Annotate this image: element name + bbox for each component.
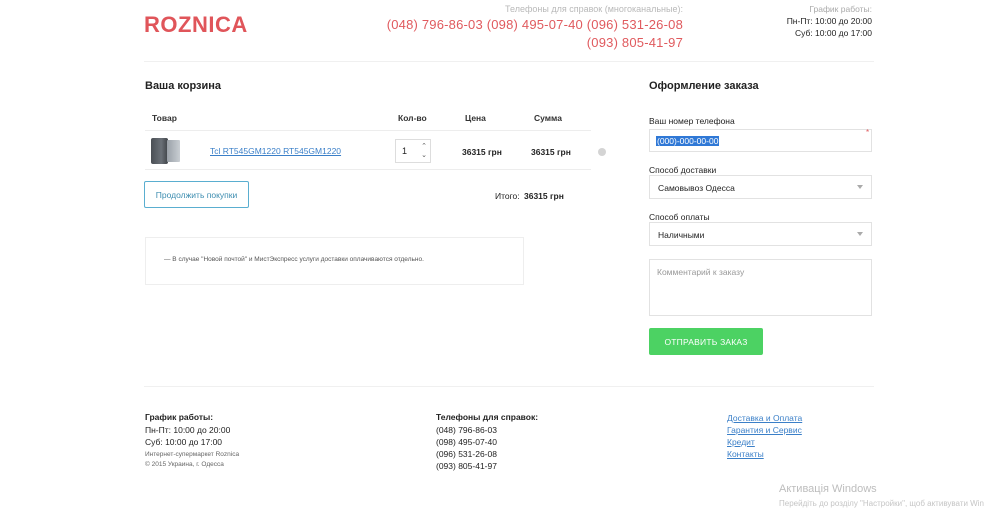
header-divider <box>144 61 874 62</box>
windows-activation-text: Перейдіть до розділу "Настройки", щоб ак… <box>779 499 984 508</box>
footer-link-contacts[interactable]: Контакты <box>727 449 764 459</box>
header-hours-weekdays: Пн-Пт: 10:00 до 20:00 <box>786 16 872 26</box>
continue-shopping-button[interactable]: Продолжить покупки <box>144 181 249 208</box>
payment-value[interactable]: Наличными <box>658 230 704 240</box>
payment-select[interactable]: Наличными <box>649 222 872 246</box>
delivery-note-text: — В случае "Новой почтой" и МистЭкспресс… <box>164 256 424 263</box>
table-divider <box>145 169 591 170</box>
item-price: 36315 грн <box>462 147 502 157</box>
item-sum: 36315 грн <box>531 147 571 157</box>
footer-hours-saturday: Суб: 10:00 до 17:00 <box>145 437 223 447</box>
footer-phones-title: Телефоны для справок: <box>436 412 539 422</box>
remove-item-icon[interactable] <box>598 148 606 156</box>
product-thumbnail[interactable] <box>148 136 182 166</box>
header-phones-line-1: (048) 796-86-03 (098) 495-07-40 (096) 53… <box>386 17 683 32</box>
header-hours-saturday: Суб: 10:00 до 17:00 <box>794 28 872 38</box>
phone-input[interactable]: (000)-000-00-00 <box>649 129 872 152</box>
table-divider <box>145 130 591 131</box>
product-link[interactable]: Tcl RT545GM1220 RT545GM1220 <box>210 146 341 156</box>
footer-link-delivery[interactable]: Доставка и Оплата <box>727 413 802 423</box>
comment-textarea[interactable]: Комментарий к заказу <box>649 259 872 316</box>
site-logo[interactable]: ROZNICA <box>144 12 248 38</box>
submit-order-button[interactable]: ОТПРАВИТЬ ЗАКАЗ <box>649 328 763 355</box>
header-hours-title: График работы: <box>809 4 872 14</box>
delivery-label: Способ доставки <box>649 165 717 175</box>
payment-label: Способ оплаты <box>649 212 710 222</box>
phone-value[interactable]: (000)-000-00-00 <box>656 136 720 146</box>
chevron-down-icon[interactable] <box>857 185 863 189</box>
footer-phone: (048) 796-86-03 <box>436 425 497 435</box>
phones-label: Телефоны для справок (многоканальные): <box>505 4 683 14</box>
quantity-value[interactable]: 1 <box>402 146 407 156</box>
column-header-price: Цена <box>465 113 486 123</box>
footer-divider <box>144 386 874 387</box>
footer-link-credit[interactable]: Кредит <box>727 437 755 447</box>
quantity-stepper[interactable]: 1 ⌃ ⌄ <box>395 139 431 163</box>
total-value: 36315 грн <box>524 191 564 201</box>
fridge-image <box>151 138 168 164</box>
comment-placeholder: Комментарий к заказу <box>657 267 745 277</box>
footer-hours-weekdays: Пн-Пт: 10:00 до 20:00 <box>145 425 231 435</box>
delivery-select[interactable]: Самовывоз Одесса <box>649 175 872 199</box>
order-title: Оформление заказа <box>649 80 759 92</box>
footer-copyright: © 2015 Украина, г. Одесса <box>145 461 224 468</box>
header-phones-line-2: (093) 805-41-97 <box>586 35 683 50</box>
total-label: Итого: <box>495 191 520 201</box>
column-header-qty: Кол-во <box>398 113 427 123</box>
required-mark: * <box>866 128 870 137</box>
site-header: ROZNICA Телефоны для справок (многоканал… <box>0 0 1000 62</box>
cart-title: Ваша корзина <box>145 80 222 92</box>
footer-link-warranty[interactable]: Гарантия и Сервис <box>727 425 802 435</box>
stepper-arrows-icon[interactable]: ⌃ ⌄ <box>421 142 427 160</box>
footer-phone: (096) 531-26-08 <box>436 449 497 459</box>
chevron-down-icon[interactable] <box>857 232 863 236</box>
footer-shop-name: Интернет-супермаркет Roznica <box>145 451 240 458</box>
column-header-product: Товар <box>152 113 177 123</box>
phone-label: Ваш номер телефона <box>649 116 735 126</box>
footer-phone: (093) 805-41-97 <box>436 461 497 471</box>
windows-activation-title: Активація Windows <box>779 483 877 495</box>
footer-hours-title: График работы: <box>145 412 214 422</box>
column-header-sum: Сумма <box>534 113 562 123</box>
fridge-door-image <box>167 140 180 162</box>
delivery-value[interactable]: Самовывоз Одесса <box>658 183 735 193</box>
footer-phone: (098) 495-07-40 <box>436 437 497 447</box>
delivery-note: — В случае "Новой почтой" и МистЭкспресс… <box>145 237 524 285</box>
